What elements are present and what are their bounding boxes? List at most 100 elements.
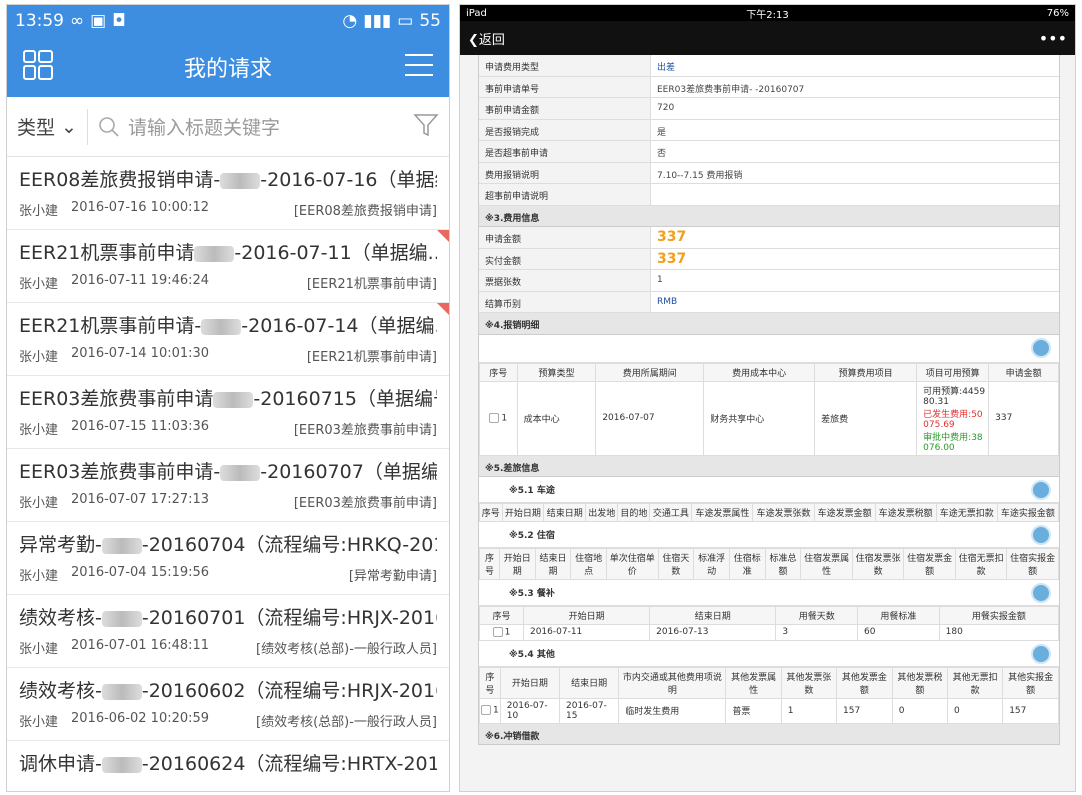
budget-cell: 可用预算:445980.31 已发生费用:50075.69 审批中费用:3807… [916,380,990,456]
request-title: 异常考勤- -20160704（流程编号:HRKQ-2016.. [19,534,437,556]
column-header: 其他发票张数 [780,666,838,699]
form-row: 实付金额 337 [479,248,1059,270]
section-travel: ※5.差旅信息 [479,455,1059,477]
request-user: 张小建 [19,642,59,657]
request-item[interactable]: 异常考勤- -20160704（流程编号:HRKQ-2016.. 张小建 2016-… [7,522,449,595]
apps-grid-icon[interactable] [21,48,55,86]
form-row: 是否超事前申请否 [479,141,1059,163]
redacted-name [220,172,261,189]
add-car-icon[interactable] [1031,480,1051,500]
subsection-label: ※5.4 其他 [509,649,555,660]
request-item[interactable]: EER21机票事前申请 -2016-07-11（单据编.. 张小建 2016-07-… [7,230,449,303]
field-label: 申请金额 [479,227,651,248]
request-item[interactable]: EER03差旅费事前申请-20160715（单据编号.. 张小建 2016-07-… [7,376,449,449]
request-tag: [EER21机票事前申请] [306,350,437,365]
add-meal-icon[interactable] [1031,583,1051,603]
request-item[interactable]: EER08差旅费报销申请--2016-07-16（单据编.. 张小建 2016-0… [7,157,449,230]
request-user: 张小建 [19,204,59,219]
add-other-icon[interactable] [1031,643,1051,664]
battery-icon: ▭ [397,11,414,31]
request-time: 2016-07-07 17:27:13 [71,492,210,507]
field-value: 337 [657,250,687,267]
phone-screen: 13:59 ∞ ▣ ◘ ◔ ▮▮▮ ▭ 55 我的请求 类型 ⌄ 请输入标题关键… [6,4,450,792]
cell: 2016-07-10 [499,697,561,724]
table-row: 1 2016-07-11 2016-07-13 3 60 180 [479,624,1060,641]
row-checkbox[interactable] [489,412,500,423]
ipad-battery: 76% [1046,7,1069,19]
cell: 157 [1002,697,1059,724]
request-time: 2016-07-01 16:48:11 [71,638,210,653]
image-icon: ▣ [90,11,107,31]
request-time: 2016-07-14 10:01:30 [71,346,210,361]
add-detail-icon[interactable] [1031,337,1051,358]
cell: 60 [857,624,940,641]
cell: 2016-07-11 [522,624,651,641]
request-item[interactable]: EER21机票事前申请- -2016-07-14（单据编.. 张小建 2016-07… [7,303,449,376]
request-user: 张小建 [19,277,59,292]
request-time: 2016-07-16 10:00:12 [71,200,210,215]
column-header: 车途发票金额 [813,503,876,522]
request-item[interactable]: EER03差旅费事前申请--20160707（单据编号.. 张小建 2016-07… [7,449,449,522]
request-item[interactable]: 绩效考核--20160701（流程编号:HRJX-20160.. 张小建 2016… [7,595,449,668]
section-detail: ※4.报销明细 [479,313,1059,335]
request-meta: 张小建 2016-06-02 10:20:59 [绩效考核(总部)-一般行政人员] [19,711,437,730]
request-user: 张小建 [19,350,59,365]
request-item[interactable]: 绩效考核--20160602（流程编号:HRJX-20160.. 张小建 2016… [7,668,449,741]
detail-table: 序号 预算类型 费用所属期间 费用成本中心 预算费用项目 项目可用预算 申请金额 1 成本中… [479,362,1059,456]
type-label: 类型 [17,117,56,139]
column-header: 其他实报金额 [1002,666,1059,699]
subsection-hotel: ※5.2 住宿 [479,522,1059,548]
request-time: 2016-07-11 19:46:24 [71,273,210,288]
column-header: 住宿发票张数 [851,548,905,580]
field-value: 否 [657,149,667,159]
cell: 1 [501,413,508,424]
column-header: 其他发票税额 [891,666,948,699]
cell: 0 [946,697,1004,724]
request-item[interactable]: 调休申请--20160624（流程编号:HRTX-20160.. [7,741,449,791]
request-tag: [绩效考核(总部)-一般行政人员] [256,642,437,657]
cell: 3 [775,624,859,641]
type-filter-dropdown[interactable]: 类型 ⌄ [17,108,88,145]
section-cost-info: ※3.费用信息 [479,205,1059,227]
battery-level: 55 [419,11,441,31]
row-checkbox[interactable] [481,705,492,716]
field-value: EER03差旅费事前申请- -20160707 [657,84,805,95]
field-label: 申请费用类型 [479,55,651,76]
column-header: 市内交通或其他费用项说明 [618,666,727,699]
column-header: 住宿地点 [570,548,608,580]
request-user: 张小建 [19,569,59,584]
other-table: 序号 开始日期 结束日期 市内交通或其他费用项说明 其他发票属性 其他发票张数 其他发票金额… [479,666,1059,724]
column-header: 车途无票扣款 [935,503,998,522]
field-label: 事前申请金额 [479,98,651,119]
cell: 180 [938,624,1060,641]
ipad-time: 下午2:13 [746,9,789,21]
car-table: 序号 开始日期 结束日期 出发地 目的地 交通工具 车途发票属性 车途发票张数 车途发票金额 车途… [479,503,1060,522]
more-button[interactable]: ••• [1039,29,1067,48]
column-header: 出发地 [585,503,619,522]
redacted-name [220,464,261,481]
column-header: 序号 [479,503,503,522]
add-hotel-icon[interactable] [1031,525,1051,545]
request-tag: [EER03差旅费事前申请] [293,496,437,511]
notification-icon: ◘ [112,11,126,31]
request-user: 张小建 [19,423,59,438]
request-user: 张小建 [19,715,59,730]
column-header: 车途发票税额 [874,503,937,522]
field-value: 是 [657,127,667,138]
column-header: 序号 [479,606,524,625]
filter-icon[interactable] [413,112,439,142]
back-button[interactable]: ❮返回 [468,29,505,48]
request-tag: [EER08差旅费报销申请] [293,204,437,219]
field-value: 337 [657,229,687,245]
form-row: 事前申请单号 EER03差旅费事前申请- -20160707 [479,76,1059,98]
redacted-name [101,537,142,554]
row-checkbox[interactable] [492,627,503,637]
meal-table: 序号 开始日期 结束日期 用餐天数 用餐标准 用餐实报金额 1 2016-07-11 2016-… [479,606,1060,641]
column-header: 用餐天数 [775,606,859,625]
menu-icon[interactable] [403,51,435,83]
field-label: 是否报销完成 [479,119,651,140]
search-input[interactable]: 请输入标题关键字 [88,113,413,140]
column-header: 项目可用预算 [916,362,990,382]
request-title: 绩效考核--20160602（流程编号:HRJX-20160.. [19,680,437,702]
request-meta: 张小建 2016-07-16 10:00:12 [EER08差旅费报销申请] [19,200,437,219]
